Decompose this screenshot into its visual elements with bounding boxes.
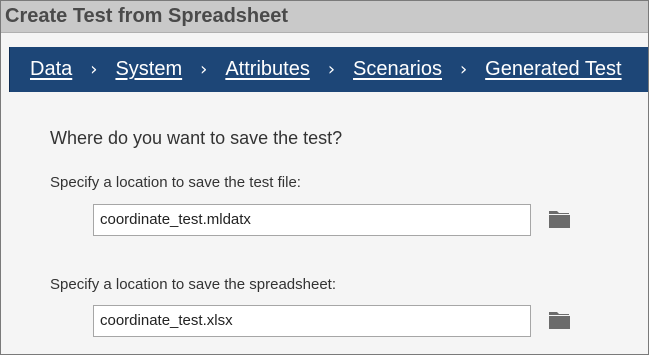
browse-test-file-button[interactable]: [548, 209, 572, 229]
folder-icon: [549, 312, 570, 329]
wizard-nav-bar: Data › System › Attributes › Scenarios ›…: [9, 47, 648, 92]
test-file-path-input[interactable]: coordinate_test.mldatx: [93, 204, 531, 236]
nav-separator: ›: [200, 59, 208, 80]
dialog-window: Create Test from Spreadsheet Data › Syst…: [0, 0, 649, 355]
nav-separator: ›: [90, 59, 98, 80]
spreadsheet-label: Specify a location to save the spreadshe…: [50, 276, 337, 293]
window-title: Create Test from Spreadsheet: [5, 5, 289, 27]
nav-step-attributes[interactable]: Attributes: [225, 58, 309, 81]
title-bar: Create Test from Spreadsheet: [1, 1, 648, 33]
nav-step-data[interactable]: Data: [30, 58, 72, 81]
nav-step-system[interactable]: System: [115, 58, 182, 81]
test-file-label: Specify a location to save the test file…: [50, 174, 301, 191]
nav-separator: ›: [327, 59, 336, 80]
nav-separator: ›: [459, 59, 468, 80]
browse-spreadsheet-button[interactable]: [548, 310, 572, 330]
folder-icon: [549, 211, 570, 228]
nav-step-scenarios[interactable]: Scenarios: [353, 58, 442, 81]
dialog-content: Data › System › Attributes › Scenarios ›…: [1, 33, 648, 354]
wizard-steps: Data › System › Attributes › Scenarios ›…: [30, 47, 622, 92]
save-location-panel: Where do you want to save the test? Spec…: [9, 92, 635, 354]
nav-step-generated-test[interactable]: Generated Test: [485, 58, 621, 81]
spreadsheet-path-input[interactable]: coordinate_test.xlsx: [93, 305, 531, 337]
save-question-heading: Where do you want to save the test?: [50, 128, 343, 148]
